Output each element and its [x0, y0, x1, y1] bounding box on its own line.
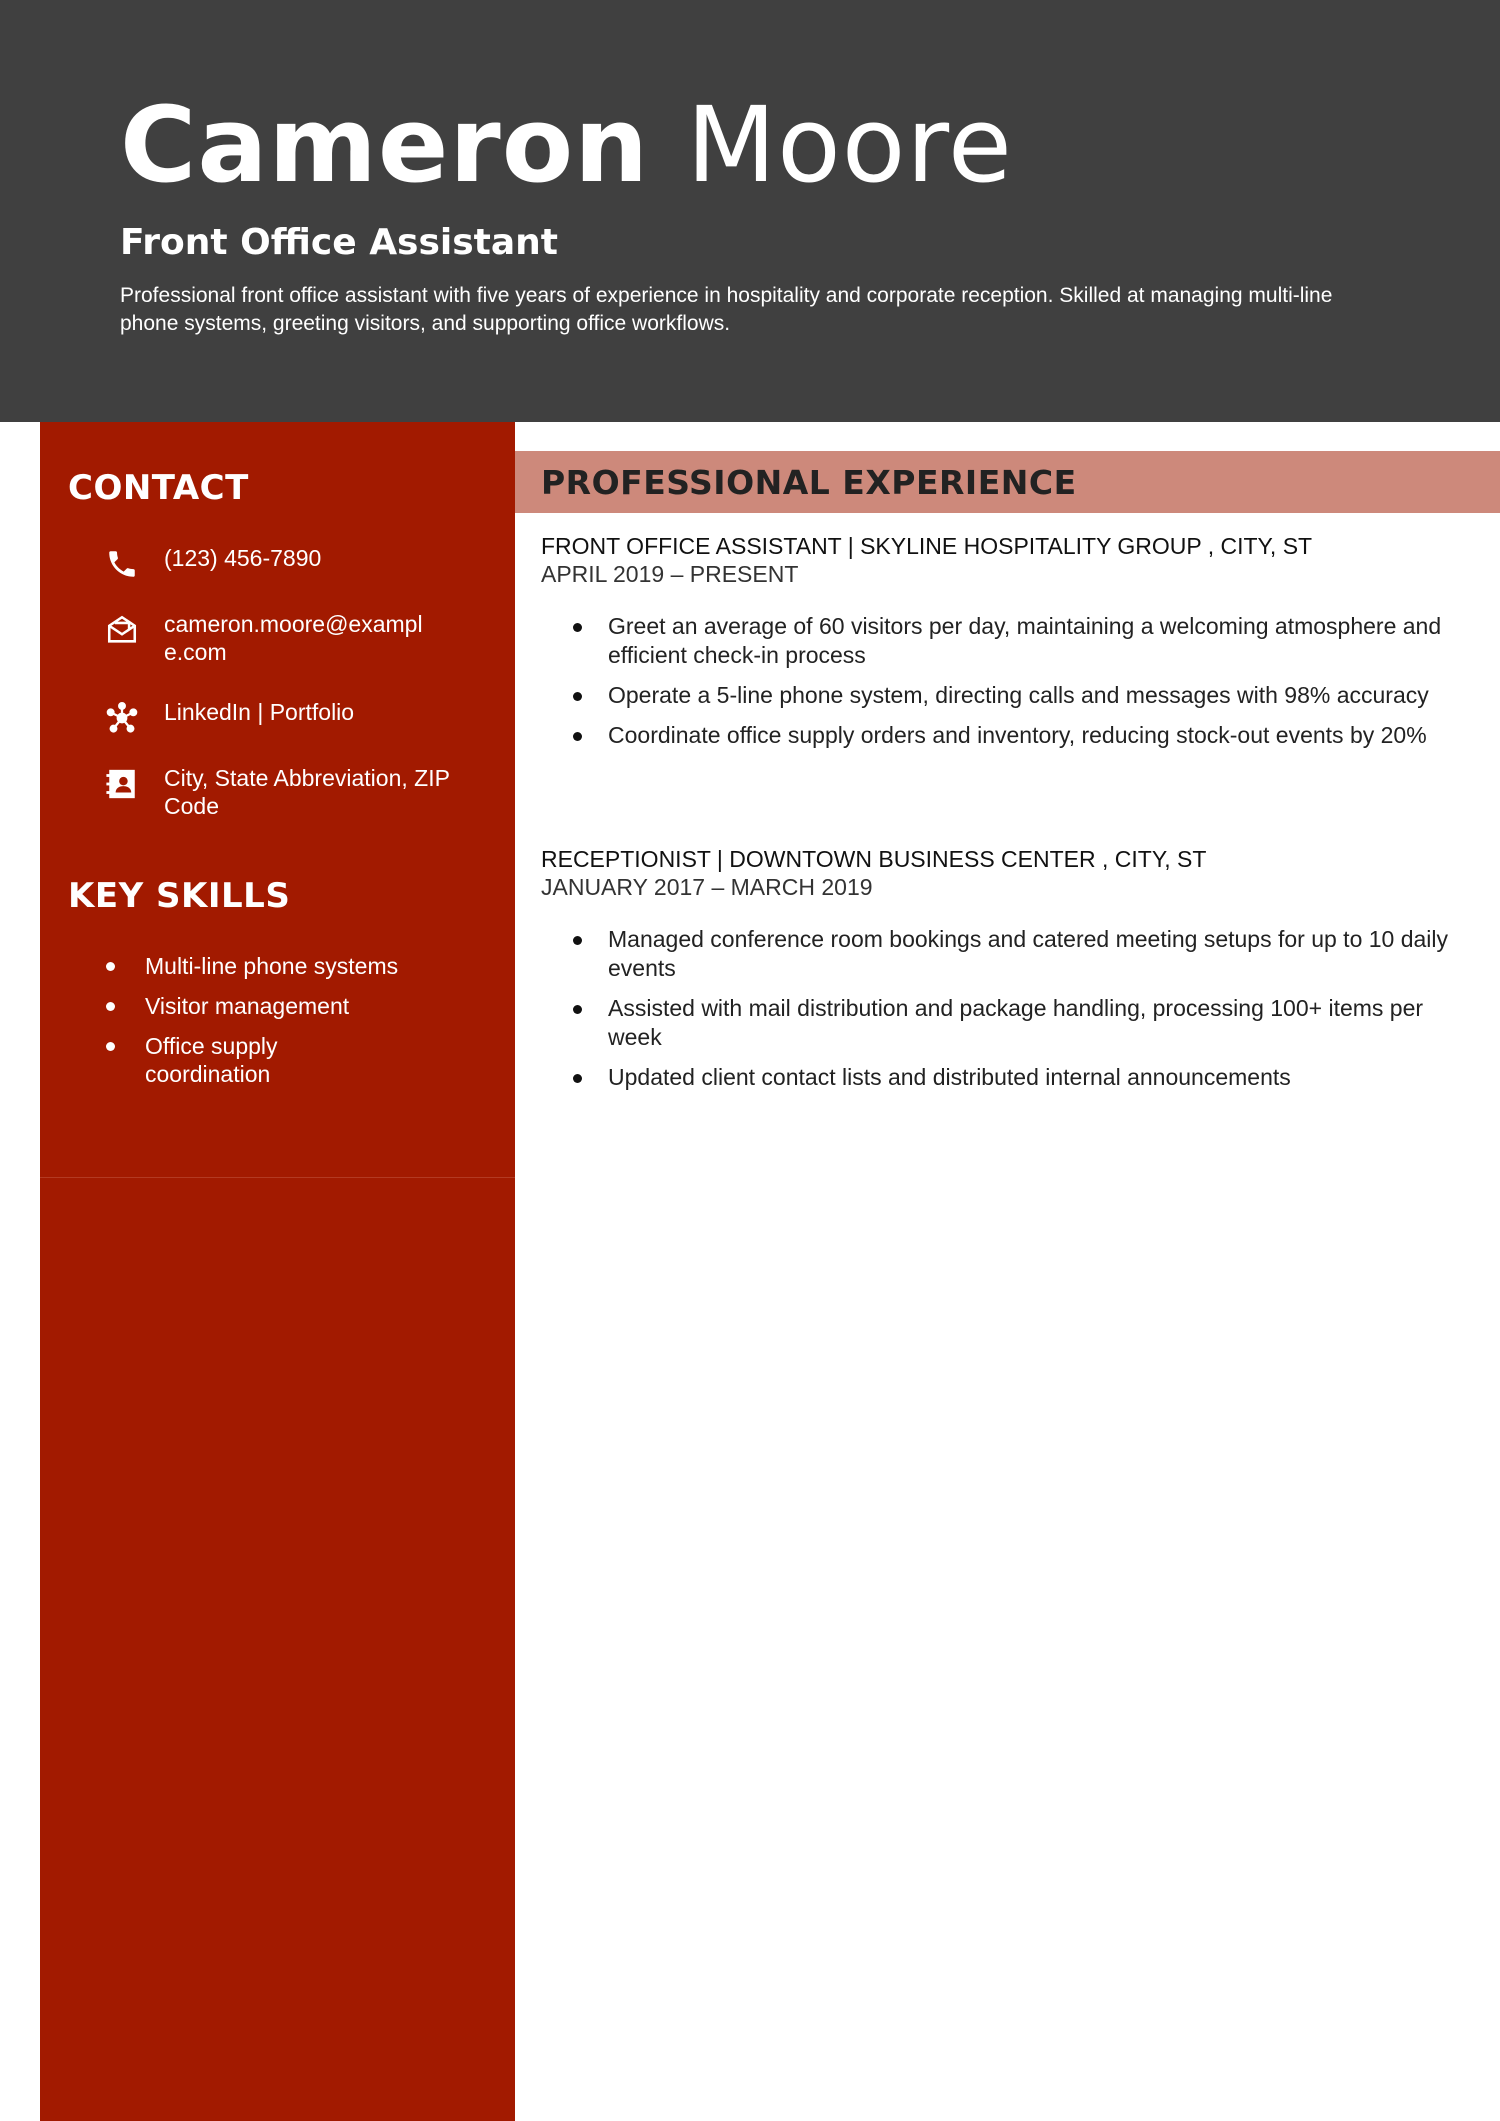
job-entry: RECEPTIONIST | DOWNTOWN BUSINESS CENTER …	[541, 845, 1476, 1103]
address-card-icon	[102, 764, 142, 804]
candidate-name: Cameron Moore	[120, 80, 1013, 210]
address: City, State Abbreviation, ZIP Code	[164, 765, 450, 819]
envelope-icon	[102, 610, 142, 650]
job-bullet: Coordinate office supply orders and inve…	[541, 721, 1476, 750]
first-name: Cameron	[120, 84, 650, 206]
skill-item: Visitor management	[68, 992, 488, 1020]
skill-item: Office supply coordination	[68, 1032, 335, 1088]
resume-header: Cameron Moore Front Office Assistant Pro…	[0, 0, 1500, 422]
professional-summary: Professional front office assistant with…	[120, 284, 1333, 335]
contact-email: cameron.moore@exam​ple.com	[102, 610, 502, 666]
contact-phone: (123) 456-7890	[102, 544, 502, 584]
job-bullet: Managed conference room bookings and cat…	[541, 925, 1476, 983]
job-bullet: Operate a 5-line phone system, directing…	[541, 681, 1476, 710]
phone-number: (123) 456-7890	[164, 545, 322, 571]
job-bullet: Assisted with mail distribution and pack…	[541, 994, 1476, 1052]
phone-icon	[102, 544, 142, 584]
contact-address: City, State Abbreviation, ZIP Code	[102, 764, 502, 820]
job-title-company: FRONT OFFICE ASSISTANT | SKYLINE HOSPITA…	[541, 533, 1313, 559]
job-entry: FRONT OFFICE ASSISTANT | SKYLINE HOSPITA…	[541, 532, 1476, 761]
skill-item: Multi-line phone systems	[68, 952, 488, 980]
contact-links: LinkedIn | Portfolio	[102, 698, 502, 738]
skills-list: Multi-line phone systems Visitor managem…	[68, 952, 488, 1100]
job-dates: JANUARY 2017 – MARCH 2019	[541, 874, 873, 900]
experience-section-bar: PROFESSIONAL EXPERIENCE	[515, 451, 1500, 513]
sidebar-divider	[40, 1177, 515, 1178]
email-address: cameron.moore@exam​ple.com	[164, 611, 423, 665]
job-bullets: Greet an average of 60 visitors per day,…	[541, 612, 1476, 750]
job-title-company: RECEPTIONIST | DOWNTOWN BUSINESS CENTER …	[541, 846, 1207, 872]
job-title: Front Office Assistant	[120, 222, 559, 263]
experience-heading: PROFESSIONAL EXPERIENCE	[541, 463, 1077, 502]
last-name: Moore	[686, 84, 1013, 206]
job-bullets: Managed conference room bookings and cat…	[541, 925, 1476, 1092]
contact-heading: CONTACT	[68, 468, 249, 508]
job-bullet: Updated client contact lists and distrib…	[541, 1063, 1476, 1092]
linkedin-portfolio-link[interactable]: LinkedIn | Portfolio	[164, 698, 354, 726]
network-icon	[102, 698, 142, 738]
job-bullet: Greet an average of 60 visitors per day,…	[541, 612, 1476, 670]
sidebar: CONTACT (123) 456-7890 cameron.moore@exa…	[40, 422, 515, 2121]
key-skills-heading: KEY SKILLS	[68, 876, 291, 916]
job-dates: APRIL 2019 – PRESENT	[541, 561, 799, 587]
